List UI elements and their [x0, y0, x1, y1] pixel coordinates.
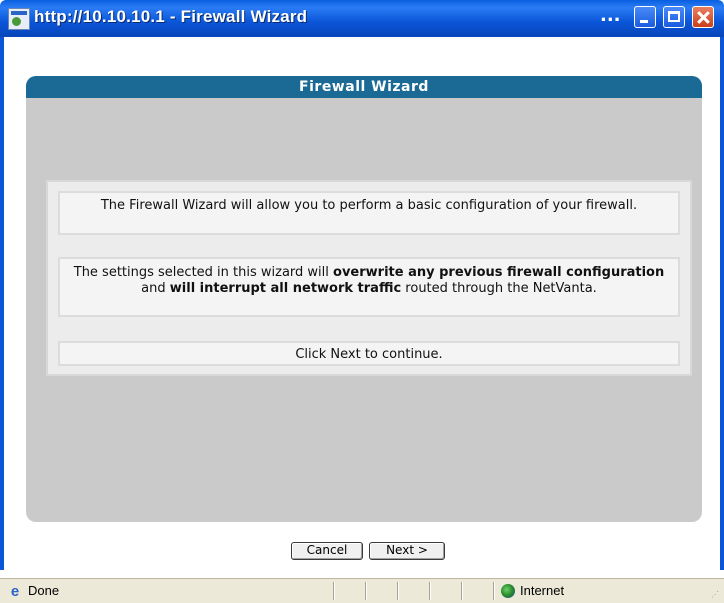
next-button[interactable]: Next > [369, 542, 445, 560]
resize-grip-icon[interactable]: ⋰ [711, 590, 721, 600]
maximize-button[interactable] [663, 6, 685, 28]
ie-window-icon[interactable] [8, 8, 30, 30]
zone-text: Internet [520, 583, 565, 598]
ie-page-icon: e [10, 583, 20, 600]
status-divider [397, 582, 398, 600]
close-button[interactable] [692, 6, 714, 28]
warning-text-2: and [141, 281, 170, 296]
wizard-content: The Firewall Wizard will allow you to pe… [46, 180, 692, 376]
status-divider [461, 582, 462, 600]
status-divider [365, 582, 366, 600]
continue-message: Click Next to continue. [58, 341, 680, 366]
intro-message: The Firewall Wizard will allow you to pe… [58, 191, 680, 235]
status-divider [493, 582, 494, 600]
cancel-button[interactable]: Cancel [291, 542, 363, 560]
window-frame-left [0, 37, 4, 570]
warning-bold-2: will interrupt all network traffic [169, 281, 402, 296]
window-frame-right [720, 37, 724, 570]
status-bar: e Done Internet ⋰ [0, 578, 724, 603]
window-titlebar[interactable]: http://10.10.10.1 - Firewall Wizard ... [0, 0, 724, 37]
status-text: Done [28, 583, 60, 598]
warning-bold-1: overwrite any previous firewall configur… [333, 265, 665, 280]
minimize-button[interactable] [634, 6, 656, 28]
title-overflow: ... [600, 5, 621, 26]
status-divider [333, 582, 334, 600]
internet-globe-icon [501, 584, 515, 598]
panel-header: Firewall Wizard [26, 76, 702, 98]
window-title: http://10.10.10.1 - Firewall Wizard [34, 7, 308, 26]
warning-text-1: The settings selected in this wizard wil… [73, 265, 334, 280]
warning-message: The settings selected in this wizard wil… [58, 257, 680, 317]
status-divider [429, 582, 430, 600]
warning-text-3: routed through the NetVanta. [401, 281, 597, 296]
